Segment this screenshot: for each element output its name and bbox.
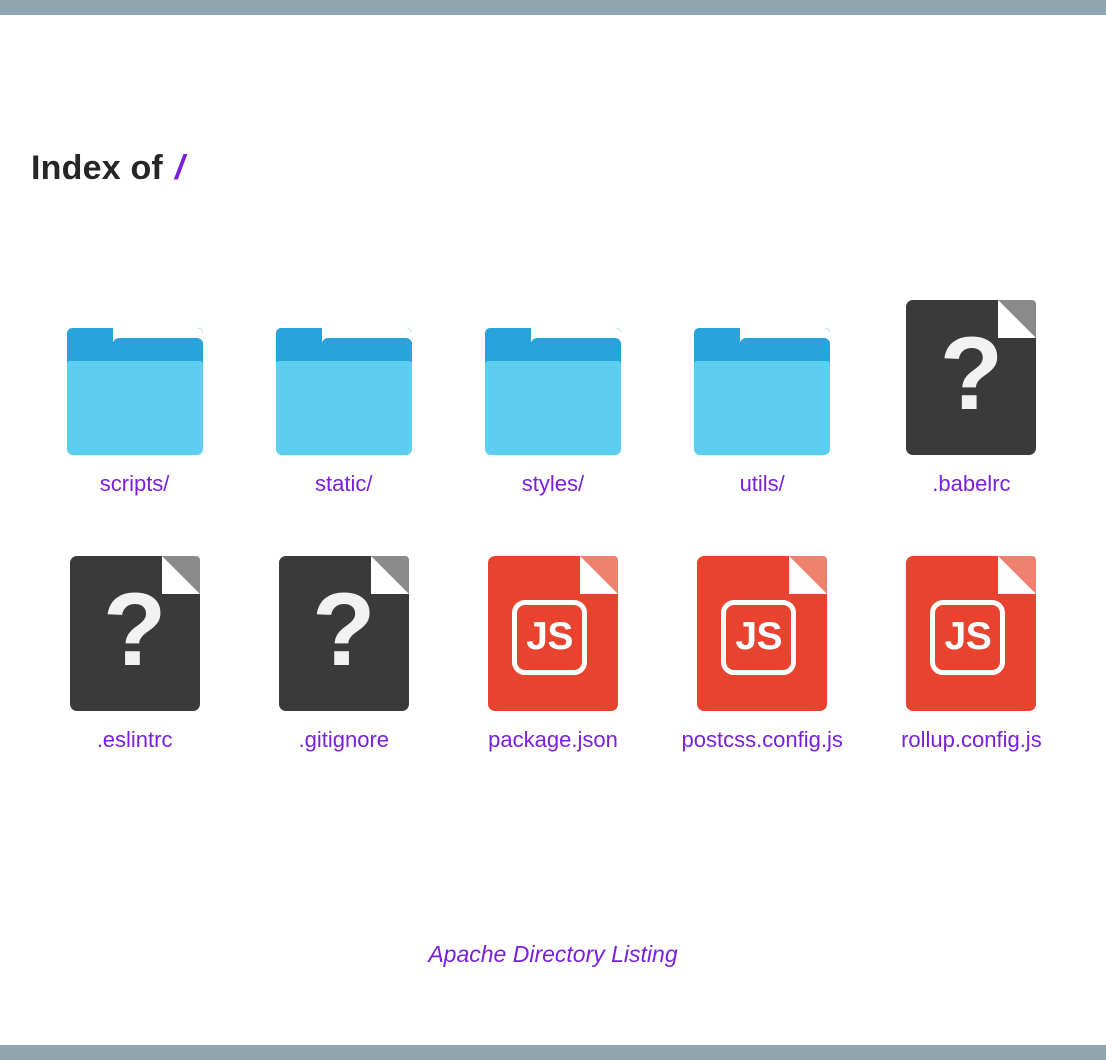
footer-note: Apache Directory Listing xyxy=(428,941,678,967)
entry-icon-wrapper: ? xyxy=(906,277,1037,455)
directory-entry[interactable]: ? .gitignore xyxy=(239,533,448,783)
entry-label[interactable]: rollup.config.js xyxy=(880,725,1062,754)
directory-entry[interactable]: utils/ xyxy=(658,277,867,527)
bottom-accent-bar xyxy=(0,1045,1106,1060)
directory-entry[interactable]: styles/ xyxy=(448,277,657,527)
javascript-file-icon[interactable]: JS xyxy=(906,556,1037,711)
directory-listing-page: Index of / scripts/static/styles/utils/?.… xyxy=(0,15,1106,1045)
entry-icon-wrapper: JS xyxy=(697,533,828,711)
folder-icon[interactable] xyxy=(66,328,203,455)
entry-icon-wrapper xyxy=(694,277,831,455)
entry-label[interactable]: utils/ xyxy=(671,469,853,498)
javascript-file-icon[interactable]: JS xyxy=(697,556,828,711)
js-badge-icon: JS xyxy=(511,600,587,675)
directory-entry[interactable]: ? .babelrc xyxy=(867,277,1076,527)
folder-tab xyxy=(112,338,203,354)
javascript-file-icon[interactable]: JS xyxy=(487,556,618,711)
entry-label[interactable]: postcss.config.js xyxy=(671,725,853,754)
folder-front xyxy=(275,361,412,455)
entry-icon-wrapper xyxy=(484,277,621,455)
folder-tab xyxy=(740,338,831,354)
folder-icon[interactable] xyxy=(484,328,621,455)
top-accent-bar xyxy=(0,0,1106,15)
js-badge-icon: JS xyxy=(930,600,1006,675)
entry-icon-wrapper xyxy=(66,277,203,455)
folder-tab xyxy=(530,338,621,354)
question-mark-icon: ? xyxy=(939,316,1004,432)
entry-icon-wrapper: JS xyxy=(906,533,1037,711)
entry-label[interactable]: static/ xyxy=(253,469,435,498)
folder-front xyxy=(484,361,621,455)
question-mark-icon: ? xyxy=(312,572,376,688)
js-badge-label: JS xyxy=(735,615,783,658)
directory-entry[interactable]: JS postcss.config.js xyxy=(658,533,867,783)
folder-front xyxy=(694,361,831,455)
page-title-path: / xyxy=(174,149,185,187)
directory-entry[interactable]: JS package.json xyxy=(448,533,657,783)
directory-entry[interactable]: static/ xyxy=(239,277,448,527)
folder-icon[interactable] xyxy=(275,328,412,455)
unknown-file-icon[interactable]: ? xyxy=(906,300,1037,455)
entry-label[interactable]: styles/ xyxy=(462,469,644,498)
folder-tab xyxy=(321,338,412,354)
entry-label[interactable]: .gitignore xyxy=(253,725,435,754)
directory-entry-grid: scripts/static/styles/utils/? .babelrc? .e… xyxy=(30,277,1076,783)
directory-entry[interactable]: ? .eslintrc xyxy=(30,533,239,783)
entry-label[interactable]: scripts/ xyxy=(44,469,226,498)
entry-icon-wrapper: ? xyxy=(69,533,200,711)
js-badge-icon: JS xyxy=(721,600,797,675)
file-corner-fold-icon xyxy=(998,556,1037,594)
page-title: Index of / xyxy=(31,149,185,188)
folder-icon[interactable] xyxy=(694,328,831,455)
directory-entry[interactable]: JS rollup.config.js xyxy=(867,533,1076,783)
directory-entry[interactable]: scripts/ xyxy=(30,277,239,527)
unknown-file-icon[interactable]: ? xyxy=(278,556,409,711)
entry-label[interactable]: .eslintrc xyxy=(44,725,226,754)
js-badge-label: JS xyxy=(526,615,573,658)
page-title-prefix: Index of xyxy=(31,149,163,187)
entry-label[interactable]: package.json xyxy=(462,725,644,754)
entry-icon-wrapper xyxy=(275,277,412,455)
unknown-file-icon[interactable]: ? xyxy=(69,556,200,711)
folder-front xyxy=(66,361,203,455)
question-mark-icon: ? xyxy=(102,572,167,688)
entry-icon-wrapper: ? xyxy=(278,533,409,711)
js-badge-label: JS xyxy=(944,615,992,658)
file-corner-fold-icon xyxy=(789,556,828,594)
file-corner-fold-icon xyxy=(579,556,618,594)
entry-icon-wrapper: JS xyxy=(487,533,618,711)
entry-label[interactable]: .babelrc xyxy=(880,469,1062,498)
